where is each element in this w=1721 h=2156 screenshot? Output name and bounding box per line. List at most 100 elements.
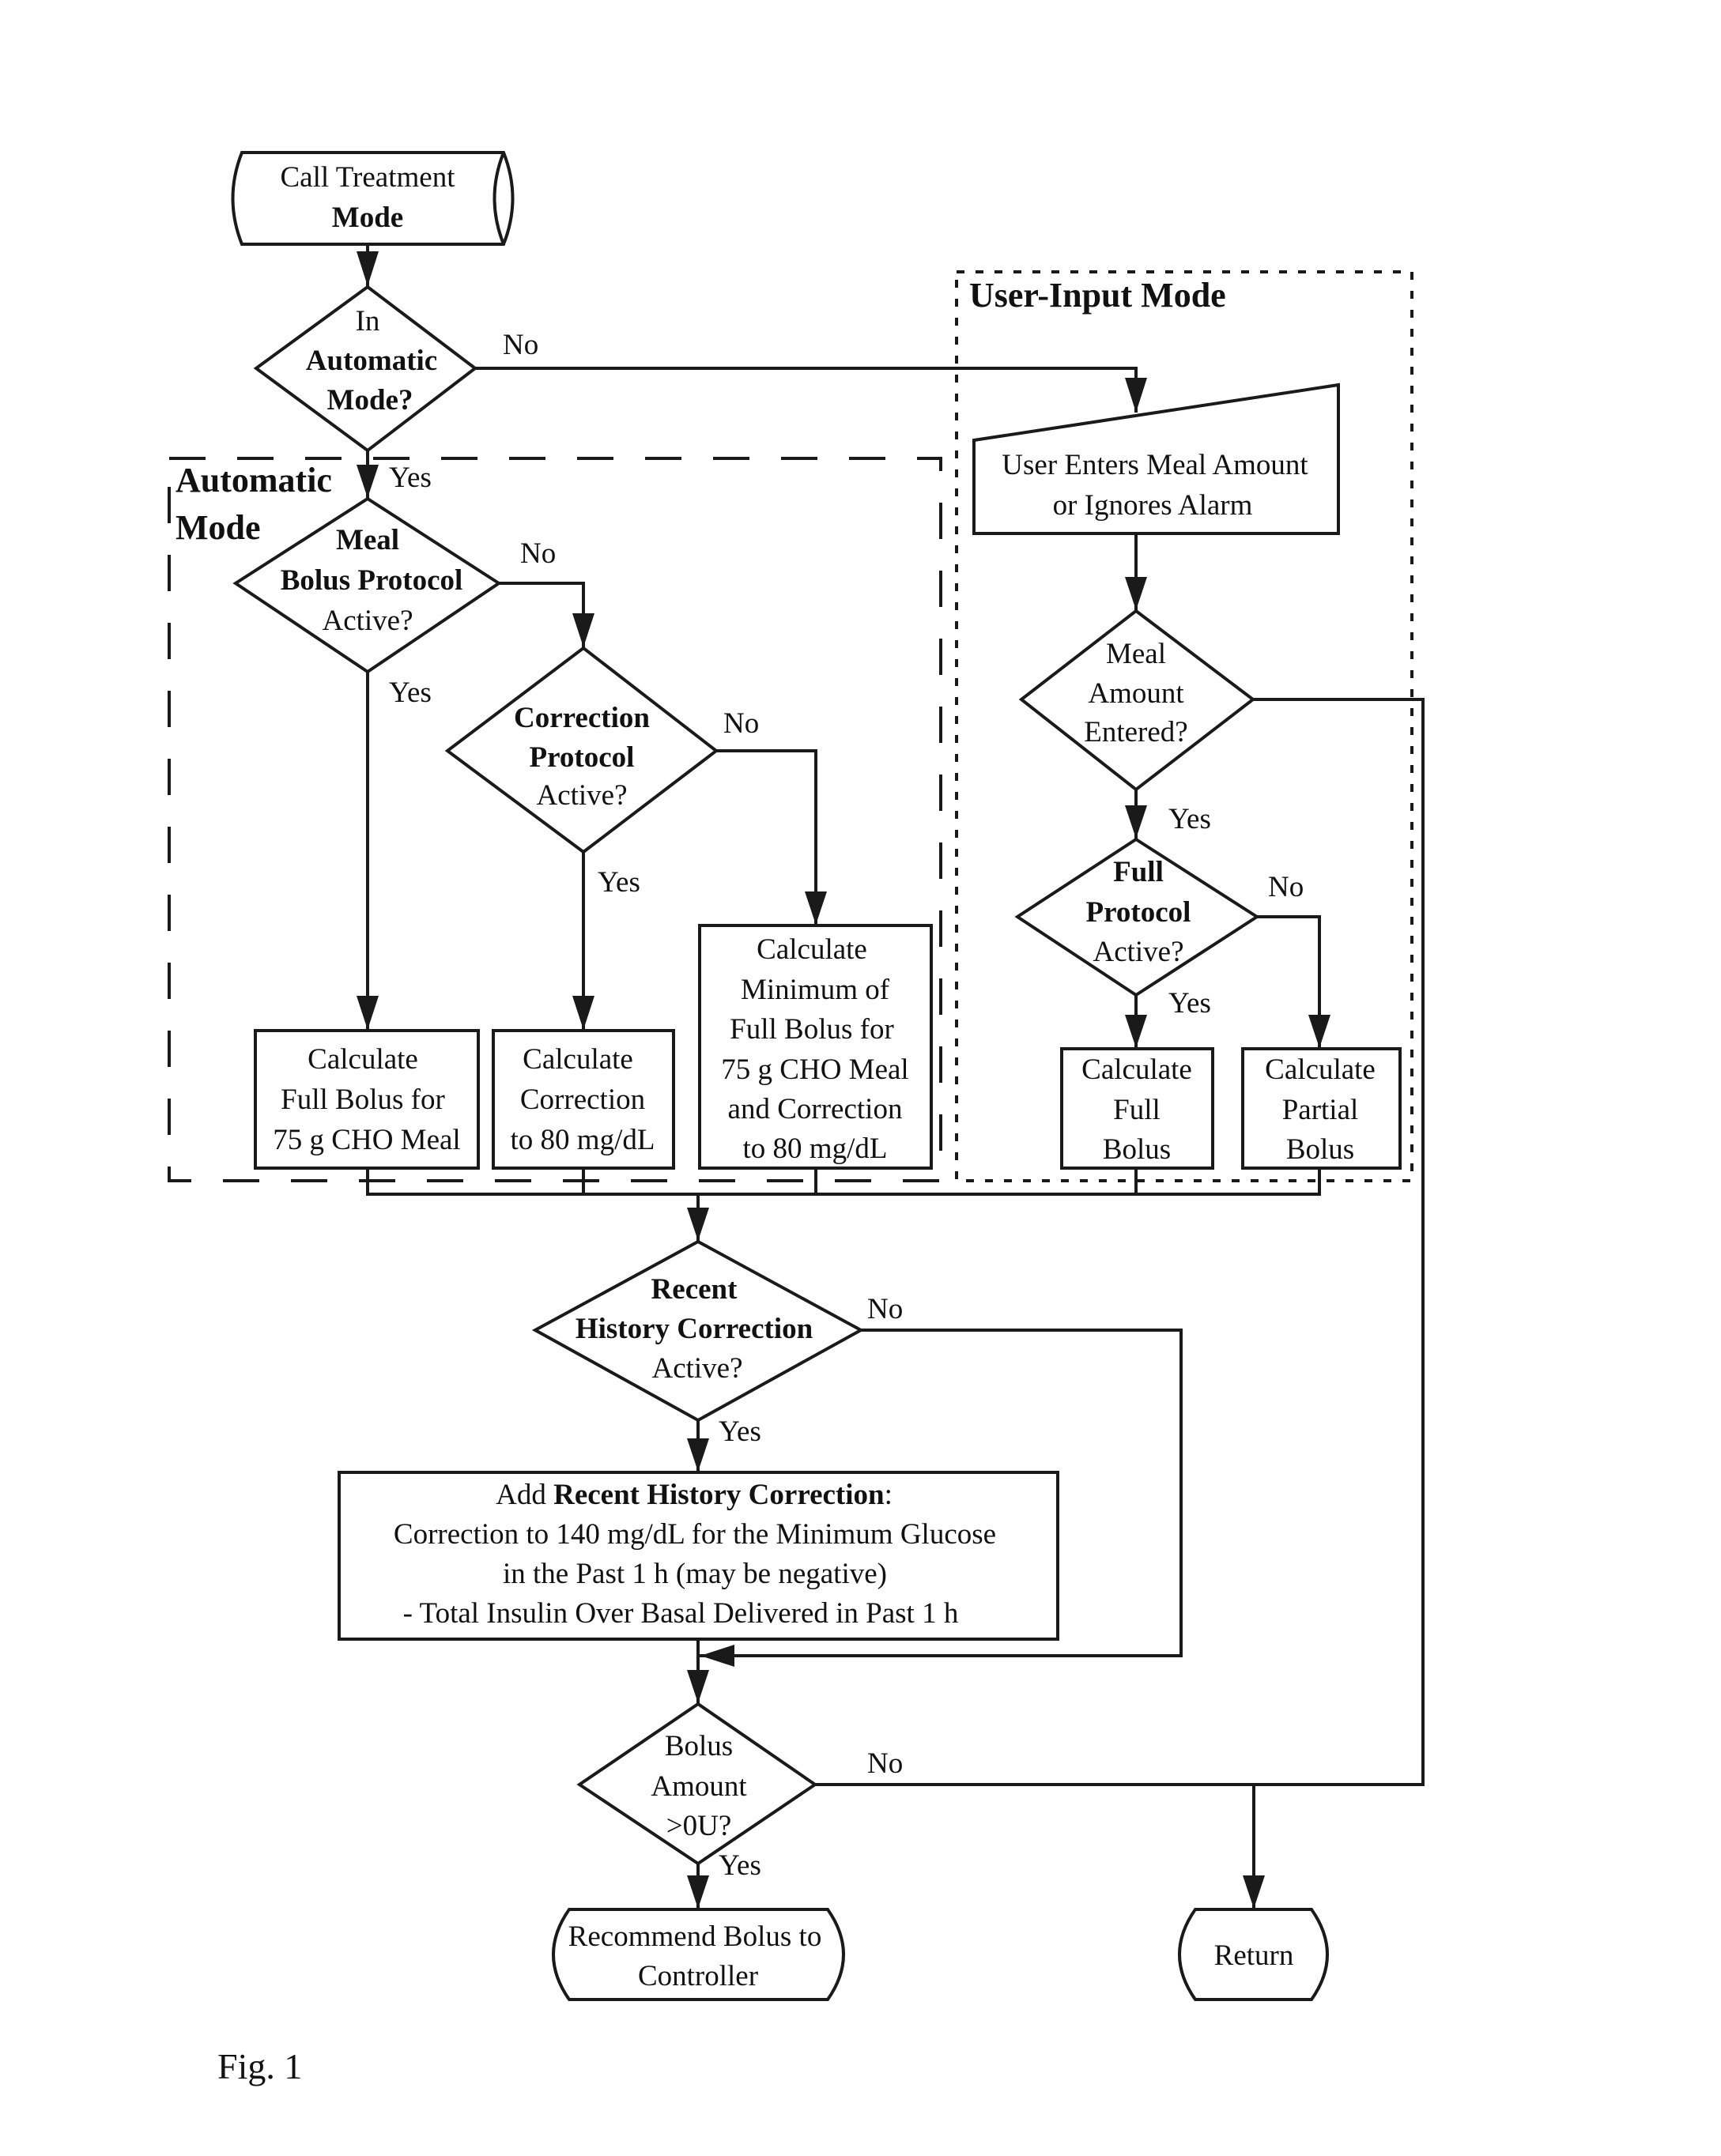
label-meal-bolus-yes: Yes — [389, 677, 432, 709]
label-bolus-amount-no: No — [867, 1747, 903, 1780]
label-full-protocol-yes: Yes — [1168, 987, 1211, 1020]
svg-text:Active?: Active? — [651, 1352, 742, 1385]
svg-text:Entered?: Entered? — [1084, 716, 1187, 748]
arrowhead-icon — [687, 1438, 709, 1472]
svg-text:Active?: Active? — [322, 605, 413, 637]
svg-text:Calculate: Calculate — [1081, 1054, 1192, 1086]
svg-text:and Correction: and Correction — [728, 1093, 903, 1125]
label-correction-no: No — [723, 707, 759, 740]
svg-text:Correction to 140 mg/dL for th: Correction to 140 mg/dL for the Minimum … — [394, 1518, 996, 1551]
arrowhead-icon — [687, 1670, 709, 1703]
flowchart: Automatic Mode User-Input Mode Call Trea… — [168, 151, 1425, 2086]
edge-correction-no — [716, 749, 817, 925]
svg-text:Calculate: Calculate — [523, 1043, 633, 1076]
svg-text:Amount: Amount — [651, 1770, 747, 1803]
arrowhead-icon — [1308, 1015, 1330, 1048]
terminal-return: Return — [1178, 1908, 1329, 2001]
arrowhead-icon — [687, 1875, 709, 1909]
svg-text:Active?: Active? — [536, 779, 627, 812]
svg-text:Add Recent History Correction:: Add Recent History Correction: — [496, 1479, 893, 1511]
arrowhead-icon — [805, 891, 827, 925]
automatic-mode-title: Automatic — [175, 461, 332, 499]
process-calc-full-bolus: Calculate Full Bolus — [1060, 1047, 1214, 1170]
arrowhead-icon — [1125, 1015, 1147, 1048]
terminal-recommend-bolus: Recommend Bolus to Controller — [552, 1908, 845, 2001]
label-in-automatic-no: No — [503, 329, 538, 361]
process-calc-correction-80: Calculate Correction to 80 mg/dL — [492, 1029, 675, 1170]
svg-text:Bolus: Bolus — [665, 1730, 733, 1762]
decision-recent-history-correction: Recent History Correction Active? — [531, 1239, 865, 1423]
svg-text:Return: Return — [1214, 1939, 1294, 1972]
svg-text:Bolus: Bolus — [1103, 1133, 1171, 1166]
decision-correction-protocol: Correction Protocol Active? — [444, 646, 719, 854]
svg-text:Active?: Active? — [1093, 936, 1183, 968]
svg-text:to 80 mg/dL: to 80 mg/dL — [511, 1124, 655, 1156]
node-call-treatment-mode: Call Treatment Mode — [231, 151, 515, 246]
edge-meal-bolus-no — [499, 582, 585, 648]
svg-text:Recent: Recent — [651, 1273, 738, 1306]
svg-text:History Correction: History Correction — [576, 1313, 813, 1345]
label-in-automatic-yes: Yes — [389, 462, 432, 494]
svg-text:Controller: Controller — [638, 1960, 758, 1992]
svg-text:Correction: Correction — [514, 702, 650, 734]
figure-label: Fig. 1 — [217, 2046, 302, 2086]
svg-text:>0U?: >0U? — [666, 1810, 732, 1842]
label-meal-bolus-no: No — [520, 537, 556, 570]
decision-meal-bolus-protocol: Meal Bolus Protocol Active? — [232, 496, 502, 674]
svg-text:or Ignores Alarm: or Ignores Alarm — [1053, 489, 1253, 522]
arrowhead-icon — [572, 996, 594, 1030]
arrowhead-icon — [572, 613, 594, 647]
svg-text:Calculate: Calculate — [1265, 1054, 1376, 1086]
process-calc-full-bolus-75g: Calculate Full Bolus for 75 g CHO Meal — [254, 1029, 480, 1170]
svg-text:Amount: Amount — [1088, 677, 1184, 710]
svg-text:Full: Full — [1113, 1094, 1161, 1126]
decision-meal-amount-entered: Meal Amount Entered? — [1018, 609, 1256, 792]
user-input-mode-title: User-Input Mode — [969, 276, 1226, 315]
process-calc-partial-bolus: Calculate Partial Bolus — [1241, 1047, 1402, 1170]
decision-bolus-amount: Bolus Amount >0U? — [576, 1702, 818, 1866]
svg-text:Partial: Partial — [1282, 1094, 1359, 1126]
svg-text:75 g CHO Meal: 75 g CHO Meal — [721, 1054, 908, 1086]
svg-text:Meal: Meal — [1106, 638, 1166, 670]
svg-text:Protocol: Protocol — [530, 741, 635, 774]
arrowhead-icon — [1125, 805, 1147, 839]
svg-text:Recommend Bolus to: Recommend Bolus to — [568, 1920, 822, 1953]
arrowhead-icon — [1243, 1875, 1265, 1909]
svg-text:Correction: Correction — [520, 1084, 645, 1116]
svg-text:Bolus: Bolus — [1286, 1133, 1354, 1166]
process-add-recent-history-correction: Add Recent History Correction: Correctio… — [338, 1471, 1059, 1641]
svg-text:User Enters Meal Amount: User Enters Meal Amount — [1002, 449, 1308, 481]
svg-text:Full Bolus for: Full Bolus for — [281, 1084, 445, 1116]
svg-text:- Total Insulin Over Basal Del: - Total Insulin Over Basal Delivered in … — [403, 1597, 959, 1630]
label-bolus-amount-yes: Yes — [719, 1849, 761, 1882]
svg-text:Calculate: Calculate — [308, 1043, 418, 1076]
arrowhead-icon — [1125, 378, 1147, 413]
input-user-enters-meal-amount: User Enters Meal Amount or Ignores Alarm — [972, 383, 1340, 535]
svg-text:Meal: Meal — [336, 524, 399, 556]
svg-text:in the Past 1 h (may be negati: in the Past 1 h (may be negative) — [503, 1558, 887, 1590]
svg-text:Bolus Protocol: Bolus Protocol — [281, 564, 463, 597]
arrowhead-icon — [357, 996, 379, 1030]
label-correction-yes: Yes — [598, 866, 640, 899]
automatic-mode-title-2: Mode — [175, 508, 261, 547]
svg-text:Full: Full — [1113, 856, 1164, 888]
svg-text:Mode?: Mode? — [327, 384, 413, 416]
svg-text:Automatic: Automatic — [306, 345, 437, 377]
process-calc-minimum: Calculate Minimum of Full Bolus for 75 g… — [698, 924, 933, 1170]
svg-text:Protocol: Protocol — [1086, 896, 1191, 929]
decision-full-protocol: Full Protocol Active? — [1014, 837, 1260, 997]
svg-text:Call Treatment: Call Treatment — [281, 161, 456, 194]
edge-full-protocol-no — [1257, 915, 1321, 1049]
decision-in-automatic-mode: In Automatic Mode? — [253, 285, 478, 453]
arrowhead-icon — [357, 251, 379, 286]
label-recent-history-yes: Yes — [719, 1415, 761, 1448]
svg-text:75 g CHO Meal: 75 g CHO Meal — [273, 1124, 460, 1156]
arrowhead-icon — [357, 465, 379, 498]
arrowhead-icon — [700, 1645, 734, 1667]
svg-text:Full Bolus for: Full Bolus for — [730, 1013, 894, 1046]
label-recent-history-no: No — [867, 1293, 903, 1325]
arrowhead-icon — [1125, 577, 1147, 610]
svg-text:Minimum of: Minimum of — [741, 974, 890, 1006]
label-meal-amount-yes: Yes — [1168, 803, 1211, 835]
svg-text:Calculate: Calculate — [757, 933, 867, 966]
